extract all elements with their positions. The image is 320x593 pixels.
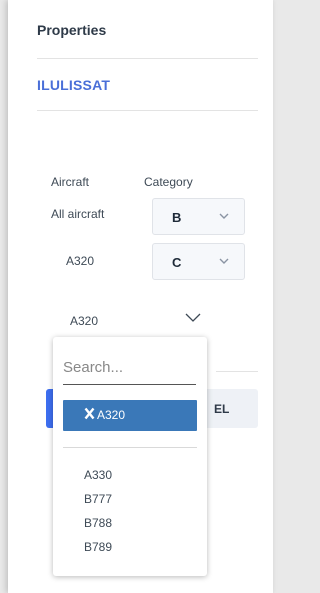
aircraft-select-value[interactable]: A320 [70, 314, 98, 328]
category-select-a320[interactable]: C [152, 243, 245, 280]
divider [63, 447, 197, 448]
airport-name: ILULISSAT [37, 77, 111, 93]
chevron-down-icon[interactable] [184, 312, 202, 324]
row-aircraft-label: All aircraft [51, 207, 105, 221]
row-aircraft-label: A320 [66, 254, 95, 268]
divider [37, 110, 258, 111]
aircraft-column-header: Aircraft [51, 175, 90, 189]
dropdown-option[interactable]: B789 [84, 540, 112, 554]
search-input[interactable] [63, 351, 196, 385]
category-column-header: Category [144, 175, 193, 189]
cancel-button-label: EL [214, 402, 230, 416]
category-select-all-aircraft[interactable]: B [152, 198, 245, 235]
selected-aircraft-chip[interactable]: A320 [63, 400, 197, 431]
selected-aircraft-label: A320 [97, 408, 126, 422]
dropdown-option[interactable]: A330 [84, 468, 112, 482]
chevron-down-icon [219, 213, 229, 219]
divider [216, 371, 258, 372]
close-icon[interactable] [84, 407, 95, 420]
chevron-down-icon [219, 258, 229, 264]
page-title: Properties [37, 22, 107, 38]
aircraft-dropdown-menu: A320 A330 B777 B788 B789 [53, 337, 207, 576]
divider [37, 58, 258, 59]
category-select-value: C [172, 255, 182, 270]
category-select-value: B [172, 210, 182, 225]
dropdown-option[interactable]: B788 [84, 516, 112, 530]
dropdown-option[interactable]: B777 [84, 492, 112, 506]
